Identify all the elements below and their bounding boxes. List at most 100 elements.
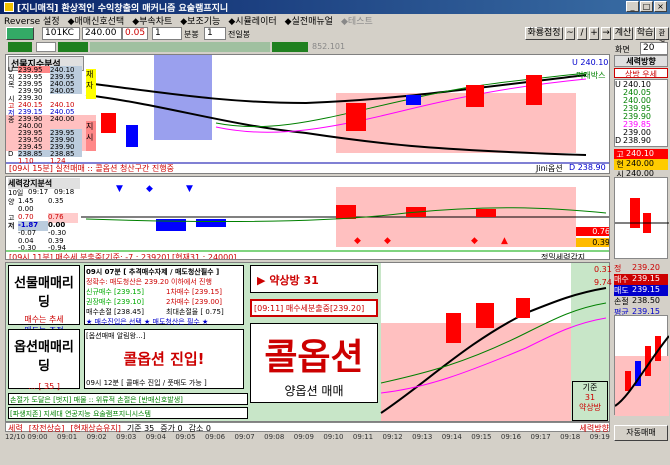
right-value-row: 240.00 [623,96,651,105]
side-badge-bottom: 지 시 [86,121,96,151]
option-alert-header: [옵션매매 알림왕...] [86,332,146,340]
right-mini-chart [614,177,669,259]
calc-button[interactable]: 계산 [613,27,633,40]
svg-text:▼: ▼ [186,184,193,194]
code-field[interactable]: 101KC [42,27,80,40]
time-axis: 12/10 09:00 09:01 09:02 09:03 09:04 09:05 09:0… [5,433,610,443]
tab-4[interactable] [272,42,308,52]
ticker2: [파생지존] 지세대 연공지능 요술램프지니시스템 [8,407,248,419]
right-value-row: 240.05 [623,88,651,97]
time-tick: 09:08 [264,433,285,441]
right-value-row: 239.85 [623,120,651,129]
futures-line1: 매수는 추세 [24,315,64,324]
auto-trade-button[interactable]: 자동매매 [614,425,668,441]
menu-signal[interactable]: ◆매매신호선택 [68,14,125,27]
chart-toggle-button[interactable] [6,27,34,40]
plus-button[interactable]: + [589,27,599,40]
time-tick: 09:15 [471,433,492,441]
price-row: 240.00 [18,122,43,130]
svg-text:▼: ▼ [116,184,123,194]
right-value-row: 239.90 [623,112,651,121]
info-line8: ★ 매수진입은 선택 ★ 매도청산은 필수 ★ [86,318,209,326]
rb-row: 매도 239.15 [614,285,668,296]
call-option-sub: 양옵션 매매 [284,384,344,398]
close-button[interactable]: × [654,1,667,12]
time-tick: 12/10 09:00 [5,433,48,441]
mid-status-text: [09시 11분] 매수세 분출중[기준: -7 : 23920] [현재31 … [9,253,237,260]
prev-label: 전일봉 [228,30,251,39]
slash-button[interactable]: / [577,27,587,40]
tab-3[interactable] [58,42,88,52]
trend-arrow-icon: ▶ [257,274,266,287]
menu-simulator[interactable]: ◆시뮬레이터 [228,14,276,27]
bottom-panel: 선물매매리딩 매수는 추세 매도는 조정 옵션매매리딩 ... [ 35 ] 0… [5,262,610,422]
status-item: 세력 [8,424,23,433]
price-row: 고 240.15 240.10 [8,101,75,110]
top-chart-panel: 선물지수분석 U 239.95 240.10 직 239.95 239.95 목 239.… [5,54,610,174]
right-value-row: U 240.10 [615,80,651,89]
right-bottom-values: 정 239.20 매수 239.15 매도 239.15 손절 238.50 평균 239… [614,263,668,318]
qty2-field[interactable]: 1 [204,27,226,40]
qty-field[interactable]: 1 [152,27,182,40]
minimize-button[interactable]: _ [626,1,639,12]
price-row: 종 239.90 240.00 [8,115,75,124]
call-option-text: 콜옵션 [264,336,364,378]
info-line1: 정확수: 매도청산은 239.20 이하에서 진행 [86,278,212,286]
right-bottom-chart [614,315,670,416]
mid-value-orange: 0.39 [576,238,609,247]
side-box: 기준 31 약상방 [572,381,608,421]
rate-button[interactable]: 화룡점정 [525,27,563,40]
tilde-button[interactable]: ~ [565,27,575,40]
time-tick: 09:14 [441,433,462,441]
price-row: 시 239.30 [8,94,43,103]
menu-test[interactable]: ◆테스트 [341,14,373,27]
info-line2: 신규매수 [239.15] [86,288,144,296]
right-value-row: 239.95 [623,104,651,113]
futures-title: 선물매매리딩 [14,276,74,310]
svg-text:▲: ▲ [501,236,508,246]
d-price-label: D 238.90 [569,163,606,172]
options-value: ... [ 35 ] [28,382,60,391]
tab-2[interactable] [36,42,56,52]
side-label: 기준 [582,383,598,392]
price-row: 239.90 240.05 [8,87,84,95]
right-column: 세력방향 상방 우세 U 240.10 240.05 240.00 239.95 … [612,53,670,465]
info-line3: 1차매수 [239.15] [166,288,222,296]
time-tick: 09:03 [116,433,137,441]
precision-label: 정밀세력감지 [541,253,586,260]
menu-assist[interactable]: ◆보조기능 [180,14,220,27]
price-row: 239.95 239.95 [8,129,84,137]
mid-value-red: 0.76 [576,227,609,236]
menu-manual[interactable]: ◆실전매뉴얼 [285,14,333,27]
env-button[interactable]: 환경 [655,27,669,48]
jini-option-label: Jini옵션 [536,164,563,173]
svg-text:◆: ◆ [146,184,153,194]
menu-reverse[interactable]: Reverse 설정 [4,14,60,27]
time-tick: 09:17 [530,433,551,441]
right-bottom-chart-svg [614,335,670,416]
time-tick: 09:09 [293,433,314,441]
top-status-text: [09시 15분] 실전매매 :: 콜옵션 청산구간 진행중 [9,164,175,173]
price-row: D 238.85 238.85 [8,150,84,158]
arrow-button[interactable]: → [601,27,611,40]
tab-group[interactable] [90,42,270,52]
svg-text:◆: ◆ [354,236,361,246]
price-row: 저 239.15 240.05 [8,108,75,117]
maximize-button[interactable]: □ [640,1,653,12]
tab-active[interactable] [8,42,32,52]
top-chart-svg [6,55,609,164]
time-tick: 09:16 [500,433,522,441]
mid-row: 0.00 [18,205,34,213]
price-row: U 239.95 240.10 [8,66,84,74]
time-tick: 09:06 [204,433,226,441]
learn-button[interactable]: 학습 [635,27,655,40]
time-tick: 09:01 [56,433,78,441]
step-field[interactable]: 0.05 [122,27,148,40]
time-tick: 09:13 [412,433,433,441]
right-subtitle: 상방 우세 [614,68,668,79]
price-field[interactable]: 240.00 [82,27,122,40]
ticker1: 손절가 도달은 [벗지] 매물 :: 위류적 손절은 [반매신호발생] [8,393,248,405]
window-titlebar: [지니매직] 환상적인 수익창출의 매커니즘 요술램프지니 [0,0,670,14]
menu-subchart[interactable]: ◆부속차트 [132,14,172,27]
info-header: 09시 07분 [ 추격매수자제 / 매도청산필수 ] [86,268,220,276]
